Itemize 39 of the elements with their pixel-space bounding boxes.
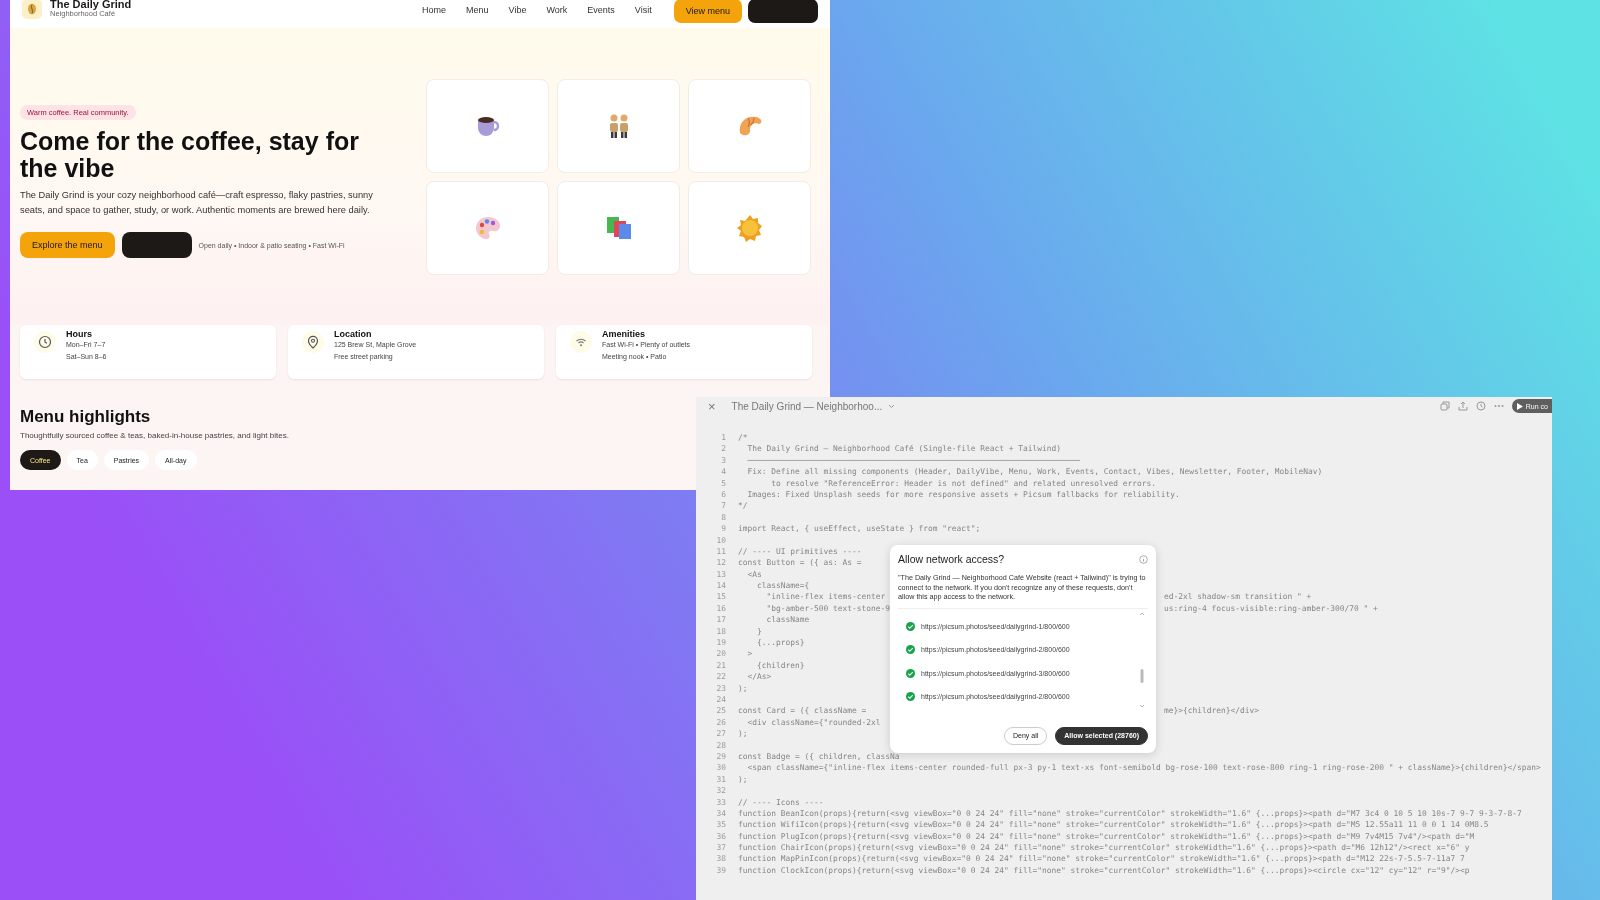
clock-icon	[38, 335, 52, 349]
section-subtitle: Thoughtfully sourced coffee & teas, baked-in-house pastries, and light bites.	[20, 431, 289, 440]
editor-title: The Daily Grind — Neighborhoo...	[731, 400, 883, 412]
nav-link[interactable]: Menu	[466, 5, 489, 15]
copy-icon[interactable]	[1439, 401, 1450, 411]
nav-link[interactable]: Vibe	[508, 5, 527, 15]
card-title: Location	[334, 329, 373, 339]
nav-link[interactable]: Home	[422, 5, 447, 15]
close-button[interactable]: ×	[708, 398, 716, 414]
header-button[interactable]	[748, 0, 818, 23]
share-icon[interactable]	[1457, 401, 1468, 411]
map-pin-icon	[306, 335, 320, 349]
history-icon[interactable]	[1475, 401, 1486, 411]
check-circle-icon[interactable]	[906, 692, 915, 702]
sun-icon	[735, 213, 764, 242]
hero-heading: Come for the coffee, stay for the vibe	[20, 128, 360, 182]
section-heading: Menu highlights	[20, 407, 151, 427]
header-button[interactable]: View menu	[673, 0, 742, 23]
info-icon[interactable]	[1139, 554, 1148, 564]
nav-link[interactable]: Visit	[634, 5, 652, 15]
logo-icon	[22, 0, 42, 19]
wifi-icon	[575, 337, 587, 347]
brand-name: The Daily Grind	[50, 0, 132, 10]
check-circle-icon[interactable]	[906, 668, 915, 678]
check-circle-icon[interactable]	[906, 621, 915, 631]
palette-icon	[473, 214, 502, 241]
chevron-down-icon[interactable]	[888, 403, 896, 409]
nav-link[interactable]: Events	[587, 5, 615, 15]
check-circle-icon[interactable]	[906, 645, 915, 655]
dialog-title: Allow network access?	[898, 553, 1005, 565]
card-title: Hours	[66, 329, 93, 339]
play-icon	[1516, 402, 1523, 410]
hero-description: The Daily Grind is your cozy neighborhood café—craft espresso, flaky pastries, sunny seats, and space to gather, study, or work. Authentic moments are brewed here daily.	[20, 189, 374, 217]
hero-button[interactable]: Explore the menu	[20, 232, 115, 258]
color-squares-icon	[604, 214, 633, 241]
card-title: Amenities	[602, 329, 646, 339]
more-icon[interactable]	[1493, 404, 1504, 408]
hero-button[interactable]	[121, 232, 192, 258]
nav-link[interactable]: Work	[546, 5, 568, 15]
